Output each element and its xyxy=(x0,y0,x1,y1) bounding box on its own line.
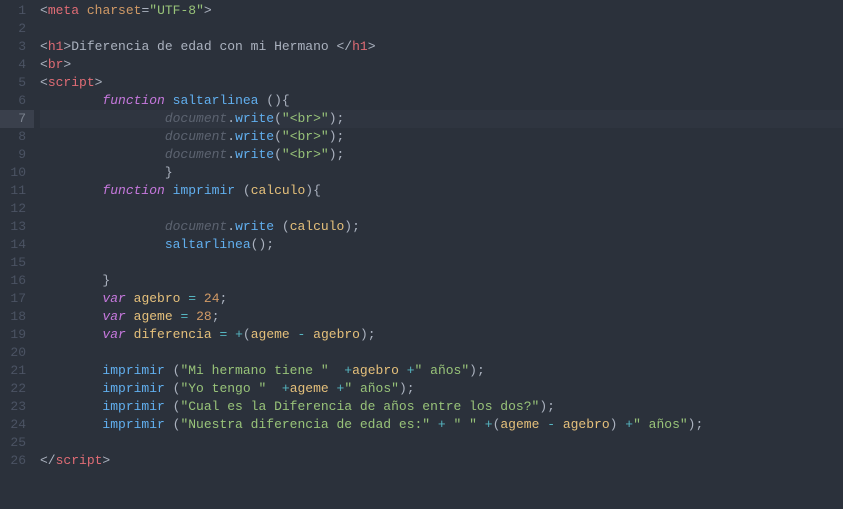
code-content-area[interactable]: <meta charset="UTF-8"> <h1>Diferencia de… xyxy=(34,2,843,470)
code-line[interactable]: } xyxy=(40,164,843,182)
line-number: 6 xyxy=(0,92,34,110)
code-line[interactable]: imprimir ("Yo tengo " +ageme +" años"); xyxy=(40,380,843,398)
line-number: 22 xyxy=(0,380,34,398)
line-number: 21 xyxy=(0,362,34,380)
line-number: 25 xyxy=(0,434,34,452)
code-line[interactable]: function imprimir (calculo){ xyxy=(40,182,843,200)
code-line[interactable]: <br> xyxy=(40,56,843,74)
code-line[interactable]: </script> xyxy=(40,452,843,470)
code-line[interactable]: saltarlinea(); xyxy=(40,236,843,254)
line-number: 24 xyxy=(0,416,34,434)
line-number: 13 xyxy=(0,218,34,236)
line-number: 23 xyxy=(0,398,34,416)
code-line[interactable]: <script> xyxy=(40,74,843,92)
code-editor[interactable]: 1234567891011121314151617181920212223242… xyxy=(0,0,843,470)
code-line[interactable] xyxy=(40,254,843,272)
line-number: 5 xyxy=(0,74,34,92)
code-line[interactable]: var agebro = 24; xyxy=(40,290,843,308)
line-number: 15 xyxy=(0,254,34,272)
code-line[interactable]: document.write("<br>"); xyxy=(40,110,843,128)
code-line[interactable] xyxy=(40,344,843,362)
code-line[interactable]: imprimir ("Nuestra diferencia de edad es… xyxy=(40,416,843,434)
line-number: 3 xyxy=(0,38,34,56)
line-number: 20 xyxy=(0,344,34,362)
line-number-gutter: 1234567891011121314151617181920212223242… xyxy=(0,2,34,470)
line-number: 17 xyxy=(0,290,34,308)
line-number: 1 xyxy=(0,2,34,20)
line-number: 7 xyxy=(0,110,34,128)
code-line[interactable] xyxy=(40,200,843,218)
code-line[interactable]: imprimir ("Mi hermano tiene " +agebro +"… xyxy=(40,362,843,380)
code-line[interactable] xyxy=(40,434,843,452)
code-line[interactable]: function saltarlinea (){ xyxy=(40,92,843,110)
line-number: 8 xyxy=(0,128,34,146)
line-number: 16 xyxy=(0,272,34,290)
code-line[interactable]: imprimir ("Cual es la Diferencia de años… xyxy=(40,398,843,416)
line-number: 18 xyxy=(0,308,34,326)
line-number: 2 xyxy=(0,20,34,38)
code-line[interactable] xyxy=(40,20,843,38)
line-number: 9 xyxy=(0,146,34,164)
line-number: 26 xyxy=(0,452,34,470)
code-line[interactable]: <h1>Diferencia de edad con mi Hermano </… xyxy=(40,38,843,56)
code-line[interactable]: document.write("<br>"); xyxy=(40,128,843,146)
line-number: 11 xyxy=(0,182,34,200)
line-number: 4 xyxy=(0,56,34,74)
line-number: 12 xyxy=(0,200,34,218)
code-line[interactable]: document.write (calculo); xyxy=(40,218,843,236)
line-number: 10 xyxy=(0,164,34,182)
code-line[interactable]: document.write("<br>"); xyxy=(40,146,843,164)
line-number: 14 xyxy=(0,236,34,254)
code-line[interactable]: <meta charset="UTF-8"> xyxy=(40,2,843,20)
code-line[interactable]: var ageme = 28; xyxy=(40,308,843,326)
line-number: 19 xyxy=(0,326,34,344)
code-line[interactable]: var diferencia = +(ageme - agebro); xyxy=(40,326,843,344)
code-line[interactable]: } xyxy=(40,272,843,290)
